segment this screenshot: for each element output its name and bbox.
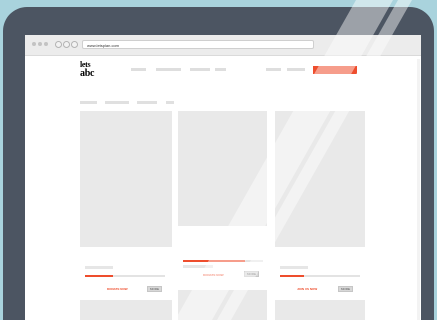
card-title-3 (280, 266, 308, 269)
card-image-6[interactable] (275, 300, 365, 320)
browser-toolbar: www.letsplan.com (25, 35, 421, 56)
nav-link-6[interactable] (287, 68, 305, 71)
logo-mark-bottom: abc (80, 68, 95, 79)
more-button-2[interactable]: MORE (244, 271, 259, 277)
window-maximize-dot[interactable] (44, 42, 48, 46)
back-icon[interactable] (55, 41, 62, 48)
card-subtitle-2 (183, 265, 213, 268)
nav-link-4[interactable] (215, 68, 226, 71)
progress-fill-2 (183, 260, 246, 262)
reload-icon[interactable] (71, 41, 78, 48)
progress-bar-2 (183, 260, 263, 262)
card-image-2[interactable] (178, 111, 267, 226)
filter-link-2[interactable] (105, 101, 129, 104)
window-minimize-dot[interactable] (38, 42, 42, 46)
donate-link-1[interactable]: DONATE NOW (107, 287, 128, 291)
header-cta-button[interactable] (313, 66, 357, 74)
progress-fill-1 (85, 275, 113, 277)
card-image-3[interactable] (275, 111, 365, 247)
join-link-3[interactable]: JOIN US NOW (297, 287, 317, 291)
card-title-1 (85, 266, 113, 269)
card-image-5[interactable] (178, 290, 267, 320)
nav-link-3[interactable] (190, 68, 210, 71)
nav-link-1[interactable] (131, 68, 146, 71)
filter-link-4[interactable] (166, 101, 174, 104)
card-image-4[interactable] (80, 300, 172, 320)
scene: www.letsplan.com lets abc DONATE NOW MOR… (0, 0, 437, 320)
card-image-1[interactable] (80, 111, 172, 247)
progress-bar-1 (85, 275, 165, 277)
address-bar[interactable]: www.letsplan.com (82, 40, 314, 49)
filter-link-3[interactable] (137, 101, 157, 104)
progress-fill-3 (280, 275, 304, 277)
progress-bar-3 (280, 275, 360, 277)
more-button-1[interactable]: MORE (147, 286, 162, 292)
tablet-frame: www.letsplan.com lets abc DONATE NOW MOR… (3, 7, 434, 320)
donate-link-2[interactable]: DONATE NOW (203, 273, 224, 277)
forward-icon[interactable] (63, 41, 70, 48)
more-button-3[interactable]: MORE (338, 286, 353, 292)
page-scrollbar[interactable] (417, 59, 420, 320)
nav-link-5[interactable] (266, 68, 281, 71)
nav-link-2[interactable] (156, 68, 181, 71)
tablet-screen: www.letsplan.com lets abc DONATE NOW MOR… (25, 35, 421, 320)
window-close-dot[interactable] (32, 42, 36, 46)
filter-link-1[interactable] (80, 101, 97, 104)
